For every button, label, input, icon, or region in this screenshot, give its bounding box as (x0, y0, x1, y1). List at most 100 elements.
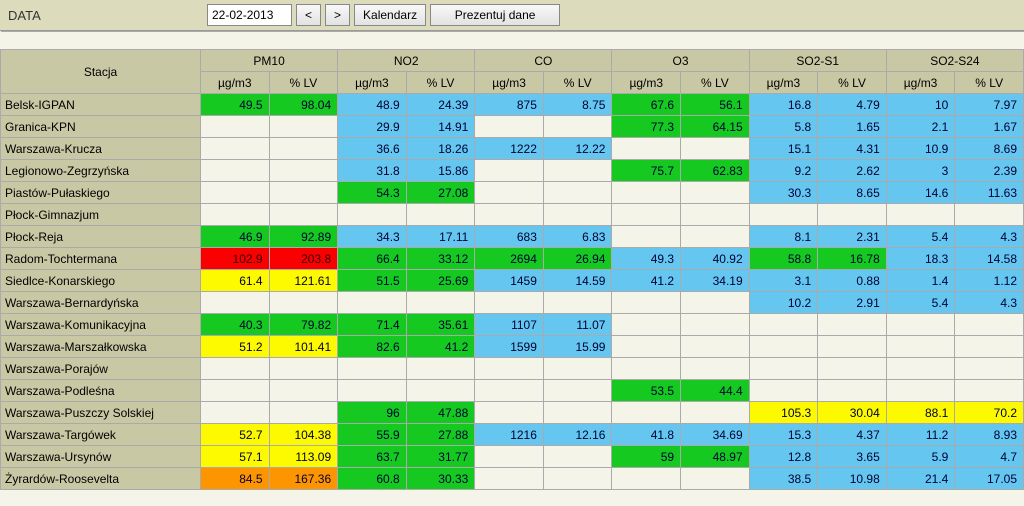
value-cell (201, 182, 270, 204)
table-row: Warszawa-Puszczy Solskiej9647.88105.330.… (1, 402, 1024, 424)
value-cell: 5.4 (886, 226, 955, 248)
col-sub: % LV (269, 72, 338, 94)
value-cell (475, 204, 544, 226)
value-cell: 64.15 (681, 116, 750, 138)
value-cell (543, 204, 612, 226)
value-cell (338, 204, 407, 226)
value-cell (201, 402, 270, 424)
value-cell: 15.99 (543, 336, 612, 358)
value-cell: 92.89 (269, 226, 338, 248)
col-group: SO2-S1 (749, 50, 886, 72)
value-cell: 1599 (475, 336, 544, 358)
value-cell (886, 336, 955, 358)
value-cell: 47.88 (406, 402, 475, 424)
prev-button[interactable]: < (296, 4, 321, 26)
station-name: Radom-Tochtermana (1, 248, 201, 270)
col-group: NO2 (338, 50, 475, 72)
value-cell (338, 380, 407, 402)
present-button[interactable]: Prezentuj dane (430, 4, 560, 26)
value-cell (681, 292, 750, 314)
col-group: O3 (612, 50, 749, 72)
value-cell: 3.1 (749, 270, 818, 292)
table-row: Legionowo-Zegrzyńska31.815.8675.762.839.… (1, 160, 1024, 182)
value-cell: 8.69 (955, 138, 1024, 160)
col-sub: % LV (818, 72, 887, 94)
value-cell: 5.8 (749, 116, 818, 138)
value-cell: 63.7 (338, 446, 407, 468)
value-cell: 10.9 (886, 138, 955, 160)
value-cell: 683 (475, 226, 544, 248)
table-row: Warszawa-Podleśna53.544.4 (1, 380, 1024, 402)
value-cell: 102.9 (201, 248, 270, 270)
value-cell (269, 380, 338, 402)
value-cell (955, 380, 1024, 402)
value-cell: 34.69 (681, 424, 750, 446)
value-cell (475, 446, 544, 468)
value-cell: 60.8 (338, 468, 407, 490)
value-cell (612, 226, 681, 248)
value-cell: 49.5 (201, 94, 270, 116)
value-cell (406, 292, 475, 314)
value-cell: 9.2 (749, 160, 818, 182)
calendar-button[interactable]: Kalendarz (354, 4, 426, 26)
value-cell: 113.09 (269, 446, 338, 468)
value-cell (543, 116, 612, 138)
value-cell: 49.3 (612, 248, 681, 270)
value-cell: 54.3 (338, 182, 407, 204)
value-cell (543, 468, 612, 490)
value-cell (543, 380, 612, 402)
toolbar: DATA < > Kalendarz Prezentuj dane (0, 0, 1024, 31)
value-cell: 52.7 (201, 424, 270, 446)
value-cell (201, 292, 270, 314)
value-cell: 41.2 (406, 336, 475, 358)
value-cell: 27.88 (406, 424, 475, 446)
table-row: Warszawa-Marszałkowska51.2101.4182.641.2… (1, 336, 1024, 358)
col-group: PM10 (201, 50, 338, 72)
value-cell: 31.77 (406, 446, 475, 468)
value-cell: 15.3 (749, 424, 818, 446)
value-cell (543, 292, 612, 314)
value-cell: 3 (886, 160, 955, 182)
table-row: Belsk-IGPAN49.598.0448.924.398758.7567.6… (1, 94, 1024, 116)
value-cell (338, 292, 407, 314)
value-cell: 14.91 (406, 116, 475, 138)
table-row: Radom-Tochtermana102.9203.866.433.122694… (1, 248, 1024, 270)
table-row: Płock-Gimnazjum (1, 204, 1024, 226)
value-cell: 77.3 (612, 116, 681, 138)
value-cell: 51.5 (338, 270, 407, 292)
value-cell (681, 182, 750, 204)
value-cell: 104.38 (269, 424, 338, 446)
value-cell: 17.05 (955, 468, 1024, 490)
station-name: Warszawa-Bernardyńska (1, 292, 201, 314)
value-cell: 1.65 (818, 116, 887, 138)
value-cell: 101.41 (269, 336, 338, 358)
value-cell: 82.6 (338, 336, 407, 358)
value-cell: 1216 (475, 424, 544, 446)
value-cell: 27.08 (406, 182, 475, 204)
station-name: Płock-Gimnazjum (1, 204, 201, 226)
value-cell: 40.3 (201, 314, 270, 336)
value-cell: 98.04 (269, 94, 338, 116)
col-sub: µg/m3 (338, 72, 407, 94)
value-cell: 10.98 (818, 468, 887, 490)
value-cell (955, 314, 1024, 336)
value-cell: 25.69 (406, 270, 475, 292)
value-cell: 71.4 (338, 314, 407, 336)
value-cell (475, 292, 544, 314)
value-cell: 41.8 (612, 424, 681, 446)
date-input[interactable] (207, 4, 292, 26)
table-head: StacjaPM10NO2COO3SO2-S1SO2-S24 µg/m3% LV… (1, 32, 1024, 94)
next-button[interactable]: > (325, 4, 350, 26)
value-cell: 2.39 (955, 160, 1024, 182)
col-sub: % LV (543, 72, 612, 94)
value-cell (543, 446, 612, 468)
value-cell: 8.65 (818, 182, 887, 204)
value-cell: 203.8 (269, 248, 338, 270)
value-cell: 88.1 (886, 402, 955, 424)
value-cell (201, 160, 270, 182)
table-row: Warszawa-Targówek52.7104.3855.927.881216… (1, 424, 1024, 446)
value-cell: 21.4 (886, 468, 955, 490)
value-cell: 4.3 (955, 292, 1024, 314)
value-cell (612, 314, 681, 336)
value-cell: 4.79 (818, 94, 887, 116)
